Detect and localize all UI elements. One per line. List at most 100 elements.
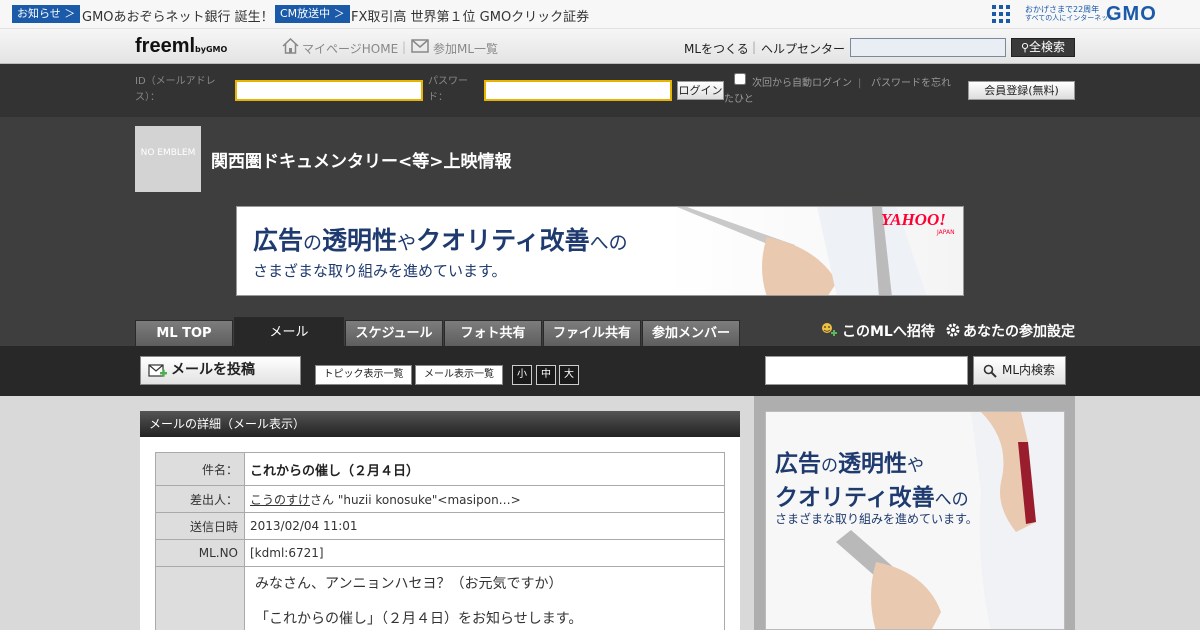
ad-text-4: や <box>397 232 417 254</box>
mail-toolbar: メールを投稿 トピック表示一覧 メール表示一覧 小 中 大 ML内検索 <box>0 346 1200 396</box>
mlno-value: [kdml:6721] <box>244 539 725 567</box>
sidebar-ad-line-2: クオリティ改善への <box>775 478 969 512</box>
freeml-logo[interactable]: freemlbyGMO <box>135 35 227 58</box>
mail-detail-heading: メールの詳細（メール表示） <box>140 411 740 437</box>
side-ad-text-6: への <box>934 490 969 510</box>
joined-ml-link[interactable]: 参加ML一覧 <box>433 40 498 57</box>
global-search-input[interactable] <box>850 38 1006 57</box>
sender-label: 差出人： <box>155 485 245 513</box>
mail-view-button[interactable]: メール表示一覧 <box>415 365 503 385</box>
body-line-2: 「これからの催し」（２月４日）をお知らせします。 <box>255 611 583 627</box>
body-line-1: みなさん、アンニョンハセヨ？（お元気ですか） <box>255 576 563 592</box>
nav-divider-2: | <box>752 40 757 54</box>
date-value: 2013/02/04 11:01 <box>244 512 725 540</box>
yahoo-logo: YAHOO! <box>881 210 946 229</box>
ad-text-2: の <box>303 232 323 254</box>
side-ad-text-3: 透明性 <box>838 451 907 477</box>
mypage-home-link[interactable]: マイページHOME <box>302 40 398 57</box>
sidebar-ad-line-1: 広告の透明性や <box>775 444 924 478</box>
global-search-label: 全検索 <box>1029 40 1066 54</box>
ad-text-1: 広告 <box>253 226 304 255</box>
sender-row: 差出人： こうのすけさん "huzii konosuke"<masipon…> <box>155 485 725 513</box>
tab-file[interactable]: ファイル共有 <box>543 320 641 346</box>
subject-value: これからの催し（２月４日） <box>244 452 725 486</box>
login-password-input[interactable] <box>484 80 672 101</box>
mail-detail-table: 件名： これからの催し（２月４日） 差出人： こうのすけさん "huzii ko… <box>155 452 725 630</box>
side-ad-text-4: や <box>907 456 924 476</box>
ml-emblem: NO EMBLEM <box>135 126 201 192</box>
magnifier-icon <box>983 364 997 378</box>
sender-cell: こうのすけさん "huzii konosuke"<masipon…> <box>244 485 725 513</box>
post-mail-button[interactable]: メールを投稿 <box>140 356 301 385</box>
help-center-link[interactable]: ヘルプセンター <box>761 40 845 57</box>
mlno-row: ML.NO [kdml:6721] <box>155 539 725 567</box>
subject-row: 件名： これからの催し（２月４日） <box>155 452 725 486</box>
news-link-bank[interactable]: GMOあおぞらネット銀行 誕生！ <box>82 6 274 25</box>
password-label: パスワード： <box>428 76 468 103</box>
tab-members[interactable]: 参加メンバー <box>642 320 740 346</box>
id-label: ID（メールアドレス）： <box>135 76 216 103</box>
freeml-logo-text: freeml <box>135 35 196 57</box>
ml-search-label: ML内検索 <box>1002 363 1056 377</box>
sidebar-ad-line-3: さまざまな取り組みを進めています。 <box>775 512 978 526</box>
gmo-logo[interactable]: おかげさまで22周年 すべての人にインターネット GMO <box>990 3 1190 25</box>
mail-body: みなさん、アンニョンハセヨ？（お元気ですか） 「これからの催し」（２月４日）をお… <box>244 566 725 630</box>
font-size-small-button[interactable]: 小 <box>512 365 532 385</box>
forgot-password-link[interactable]: パスワードを忘れたひと <box>724 76 956 108</box>
ml-header: NO EMBLEM 関西圏ドキュメンタリー<等>上映情報 広告の透明性やクオリテ… <box>0 117 1200 347</box>
news-badge[interactable]: お知らせ ＞ <box>12 5 81 23</box>
topic-view-button[interactable]: トピック表示一覧 <box>315 365 412 385</box>
ml-search-input[interactable] <box>765 356 968 385</box>
mlno-label: ML.NO <box>155 539 245 567</box>
news-bar: お知らせ ＞ GMOあおぞらネット銀行 誕生！ CM放送中 ＞ FX取引高 世界… <box>0 0 1200 29</box>
tab-ml-top[interactable]: ML TOP <box>135 320 233 346</box>
compose-mail-icon <box>148 364 167 377</box>
news-link-fx[interactable]: FX取引高 世界第１位 GMOクリック証券 <box>351 6 589 25</box>
date-label: 送信日時 <box>155 512 245 540</box>
invite-icon <box>822 323 837 336</box>
sender-address: さん "huzii konosuke"<masipon…> <box>310 492 521 507</box>
tab-photo[interactable]: フォト共有 <box>444 320 542 346</box>
ad-text-5: クオリティ改善 <box>416 226 590 255</box>
login-id-input[interactable] <box>235 80 423 101</box>
invite-link[interactable]: このMLへ招待 <box>842 321 935 341</box>
subject-label: 件名： <box>155 452 245 486</box>
participation-settings-link[interactable]: あなたの参加設定 <box>963 321 1075 341</box>
gmo-tagline-2: すべての人にインターネット <box>1025 14 1116 22</box>
ad-text-3: 透明性 <box>322 226 398 255</box>
side-ad-text-2: の <box>821 456 838 476</box>
nav-bar: freemlbyGMO マイページHOME | 参加ML一覧 MLをつくる | … <box>0 29 1200 64</box>
post-mail-label: メールを投稿 <box>171 362 255 378</box>
font-size-large-button[interactable]: 大 <box>559 365 579 385</box>
ad-headline: 広告の透明性やクオリティ改善への <box>253 221 628 257</box>
ad-text-6: への <box>589 232 628 254</box>
body-label-cell <box>155 566 245 630</box>
mail-list-icon <box>411 39 429 53</box>
home-icon <box>282 38 299 54</box>
register-button[interactable]: 会員登録(無料) <box>968 81 1075 100</box>
freeml-logo-by: byGMO <box>195 45 228 54</box>
gear-icon <box>946 323 960 337</box>
side-ad-text-5: クオリティ改善 <box>775 485 935 511</box>
ml-search-button[interactable]: ML内検索 <box>973 356 1066 385</box>
date-row: 送信日時 2013/02/04 11:01 <box>155 512 725 540</box>
global-search-button[interactable]: ⚲全検索 <box>1011 38 1075 57</box>
ad-subline: さまざまな取り組みを進めています。 <box>253 262 507 280</box>
tab-schedule[interactable]: スケジュール <box>345 320 443 346</box>
tab-mail[interactable]: メール <box>234 317 344 347</box>
body-row: みなさん、アンニョンハセヨ？（お元気ですか） 「これからの催し」（２月４日）をお… <box>155 566 725 630</box>
sender-name-link[interactable]: こうのすけ <box>250 493 310 507</box>
cm-badge[interactable]: CM放送中 ＞ <box>275 5 350 23</box>
create-ml-link[interactable]: MLをつくる <box>684 40 749 57</box>
nav-divider: | <box>402 40 407 54</box>
ad-banner[interactable]: 広告の透明性やクオリティ改善への さまざまな取り組みを進めています。 YAHOO… <box>236 206 964 296</box>
side-ad-text-1: 広告 <box>775 451 821 477</box>
ml-title[interactable]: 関西圏ドキュメンタリー<等>上映情報 <box>211 147 512 172</box>
yahoo-logo-sub: JAPAN <box>937 229 955 236</box>
sidebar-ad[interactable]: 広告の透明性や クオリティ改善への さまざまな取り組みを進めています。 <box>765 411 1065 630</box>
login-button[interactable]: ログイン <box>677 81 724 100</box>
search-icon: ⚲ <box>1020 41 1030 54</box>
font-size-medium-button[interactable]: 中 <box>536 365 556 385</box>
right-sidebar: 広告の透明性や クオリティ改善への さまざまな取り組みを進めています。 <box>754 396 1075 630</box>
gmo-logo-text: GMO <box>1106 3 1157 25</box>
